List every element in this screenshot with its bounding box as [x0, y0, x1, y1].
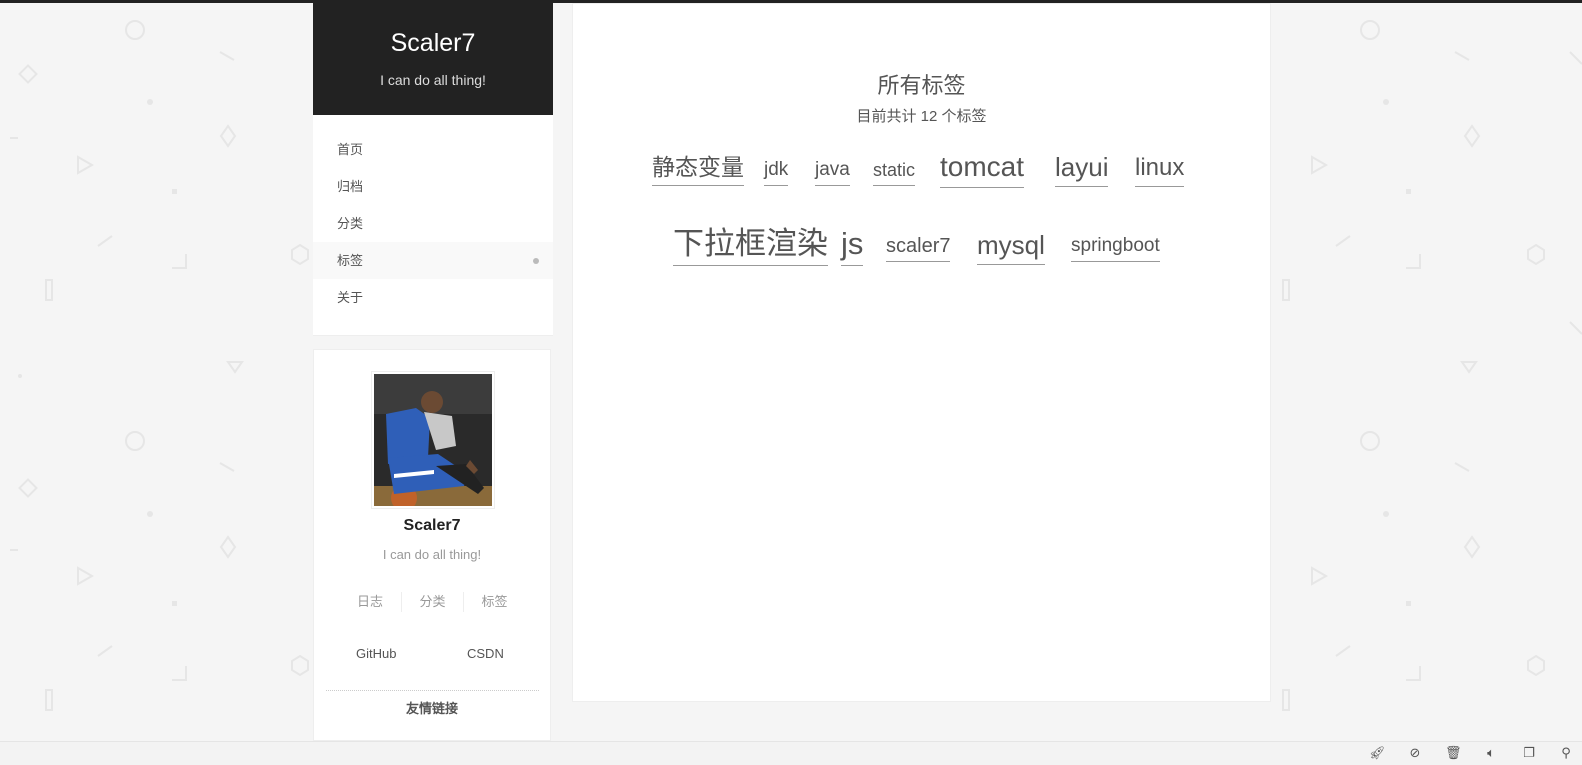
author-profile-card: Scaler7 I can do all thing! 日志 分类 标签 Git…: [313, 349, 551, 741]
friend-links-title: 友情链接: [405, 701, 458, 716]
stat-posts[interactable]: 日志: [339, 592, 401, 612]
site-brand: Scaler7 I can do all thing!: [313, 3, 553, 115]
browser-status-bar: 🚀︎ ⊘ 🗑︎ 🔈︎ ❐ ⚲: [0, 741, 1582, 765]
tag-count: 目前共计 12 个标签: [856, 108, 987, 125]
csdn-link[interactable]: CSDN: [467, 646, 504, 661]
tag-link[interactable]: mysql: [977, 230, 1045, 266]
menu-item-label: 首页: [337, 142, 364, 157]
stat-categories[interactable]: 分类: [401, 592, 463, 612]
site-stats: 日志 分类 标签: [314, 592, 550, 612]
menu-item-home[interactable]: 首页: [313, 131, 553, 168]
stat-tags[interactable]: 标签: [463, 592, 525, 612]
menu-item-about[interactable]: 关于: [313, 279, 553, 316]
github-link[interactable]: GitHub: [356, 646, 396, 661]
menu-item-label: 分类: [337, 216, 364, 231]
tag-link[interactable]: linux: [1135, 154, 1185, 187]
tag-link[interactable]: js: [841, 225, 864, 267]
tag-link[interactable]: layui: [1055, 152, 1109, 188]
rocket-icon[interactable]: 🚀︎: [1369, 746, 1386, 762]
main-content: 所有标签 目前共计 12 个标签 静态变量 jdk java static to…: [572, 3, 1271, 702]
search-icon[interactable]: ⚲: [1558, 746, 1574, 762]
menu-item-archives[interactable]: 归档: [313, 168, 553, 205]
tag-link[interactable]: 下拉框渲染: [673, 225, 828, 267]
tag-link[interactable]: 静态变量: [652, 154, 744, 186]
site-title[interactable]: Scaler7: [313, 28, 553, 58]
trash-icon[interactable]: 🗑︎: [1445, 746, 1462, 762]
avatar-image: [374, 374, 492, 506]
divider: [326, 690, 539, 691]
menu-item-label: 归档: [337, 179, 364, 194]
active-indicator-dot: [533, 258, 539, 264]
site-subtitle: I can do all thing!: [380, 72, 486, 88]
author-name: Scaler7: [403, 517, 461, 534]
sidebar-menu: 首页 归档 分类 标签 关于: [313, 115, 553, 336]
avatar: [371, 371, 495, 509]
speaker-icon[interactable]: 🔈︎: [1483, 746, 1499, 762]
no-script-icon[interactable]: ⊘: [1407, 746, 1423, 762]
tag-link[interactable]: scaler7: [886, 234, 951, 262]
menu-item-categories[interactable]: 分类: [313, 205, 553, 242]
tag-link[interactable]: springboot: [1071, 235, 1160, 262]
tag-link[interactable]: jdk: [764, 159, 789, 186]
tag-link[interactable]: static: [873, 160, 916, 186]
menu-item-label: 标签: [337, 253, 364, 268]
tag-link[interactable]: java: [815, 159, 850, 186]
menu-item-label: 关于: [337, 290, 364, 305]
window-icon[interactable]: ❐: [1521, 746, 1537, 762]
page-title: 所有标签: [877, 73, 966, 98]
menu-item-tags[interactable]: 标签: [313, 242, 553, 279]
tag-link[interactable]: tomcat: [940, 150, 1025, 188]
author-description: I can do all thing!: [382, 547, 482, 562]
